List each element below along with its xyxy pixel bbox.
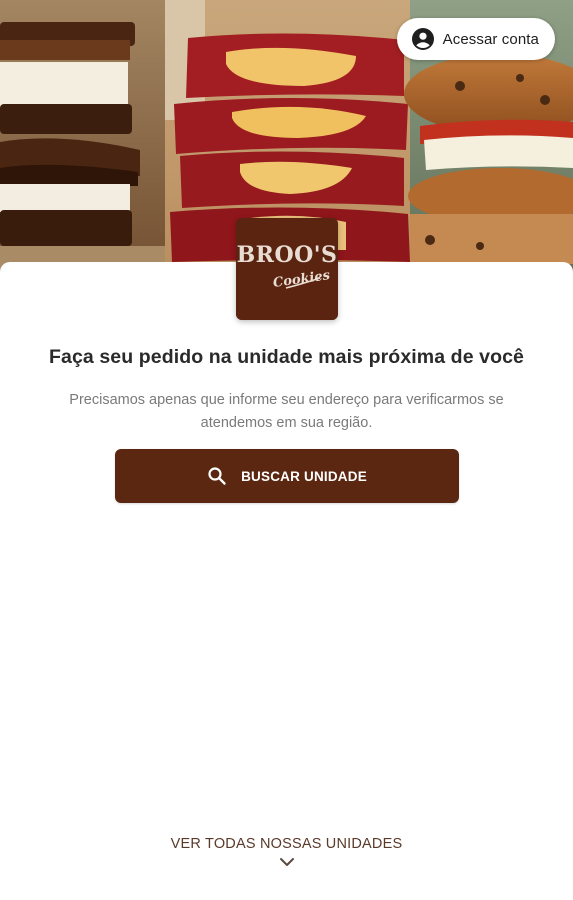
search-unit-button-label: BUSCAR UNIDADE	[241, 468, 367, 484]
chevron-down-icon	[279, 858, 294, 866]
brand-logo: BROO'S Cookies	[236, 218, 338, 320]
search-icon	[208, 467, 226, 485]
page-title: Faça seu pedido na unidade mais próxima …	[48, 346, 524, 368]
see-all-units-link[interactable]: VER TODAS NOSSAS UNIDADES	[0, 836, 573, 867]
page-subtitle: Precisamos apenas que informe seu endere…	[69, 392, 504, 431]
svg-text:BROO'S: BROO'S	[237, 242, 338, 268]
account-button-label: Acessar conta	[442, 30, 539, 48]
account-circle-icon	[411, 28, 434, 50]
see-all-units-label: VER TODAS NOSSAS UNIDADES	[170, 836, 403, 852]
search-unit-button[interactable]: BUSCAR UNIDADE	[115, 449, 459, 503]
account-button[interactable]: Acessar conta	[396, 18, 555, 60]
brand-logo-mark: BROO'S Cookies	[236, 218, 338, 320]
